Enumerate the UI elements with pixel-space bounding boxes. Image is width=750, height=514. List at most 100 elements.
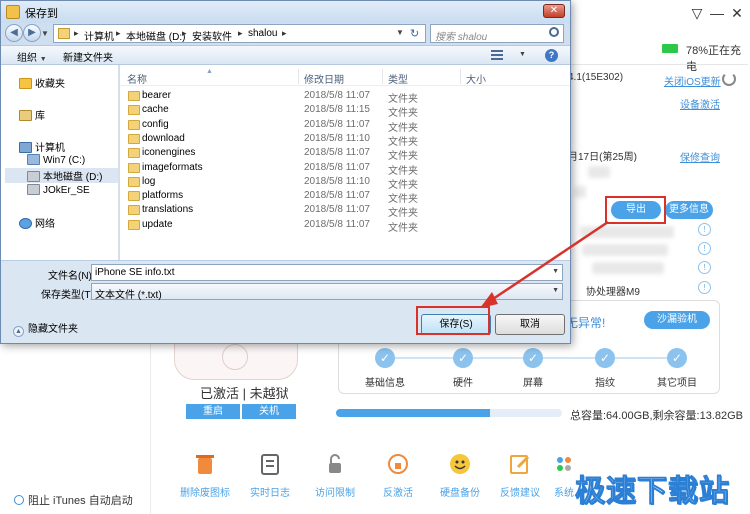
breadcrumb-install-software[interactable]: 安装软件: [192, 28, 232, 43]
file-list: ▲ 名称 修改日期 类型 大小 bearer 2018/5/8 11:07 文件夹 c…: [120, 65, 570, 260]
check-label-fingerprint: 指纹: [595, 378, 615, 389]
more-info-button[interactable]: 更多信息: [665, 201, 713, 219]
chevron-down-icon[interactable]: ▼: [552, 268, 559, 275]
warranty-link[interactable]: 保修查询: [680, 149, 720, 164]
sort-ascending-icon: ▲: [206, 68, 213, 75]
tool-access-restriction[interactable]: 访问限制: [303, 452, 367, 499]
back-arrow-icon[interactable]: ◀: [5, 24, 23, 42]
chevron-up-icon: ▲: [13, 326, 24, 337]
tool-label: 删除废图标: [180, 488, 230, 499]
nav-drive-c[interactable]: Win7 (C:): [27, 154, 85, 166]
file-row[interactable]: download 2018/5/8 11:10 文件夹: [120, 132, 570, 148]
breadcrumb-shalou[interactable]: shalou: [248, 28, 277, 39]
nav-drive-joker[interactable]: JOkEr_SE: [27, 184, 90, 196]
forward-arrow-icon[interactable]: ▶: [23, 24, 41, 42]
nav-label: 本地磁盘 (D:): [43, 172, 103, 183]
organize-label: 组织: [17, 53, 37, 64]
trash-icon: [196, 455, 214, 474]
filename-value[interactable]: iPhone SE info.txt: [95, 267, 175, 278]
file-row[interactable]: platforms 2018/5/8 11:07 文件夹: [120, 189, 570, 205]
folder-icon: [128, 105, 140, 116]
nav-favorites[interactable]: 收藏夹: [19, 75, 65, 90]
activate-device-link[interactable]: 设备激活: [680, 96, 720, 111]
info-icon[interactable]: !: [698, 281, 711, 294]
radio-icon[interactable]: [14, 495, 24, 505]
view-mode-icon[interactable]: [491, 50, 503, 60]
breadcrumb-drive[interactable]: 本地磁盘 (D:): [126, 28, 185, 43]
collapse-icon[interactable]: ▽: [688, 4, 706, 22]
file-name: log: [142, 175, 156, 187]
column-size[interactable]: 大小: [466, 71, 486, 86]
file-row[interactable]: iconengines 2018/5/8 11:07 文件夹: [120, 146, 570, 162]
navigation-row: ◀ ▶ ▼ ▸ 计算机 ▸ 本地磁盘 (D:) ▸ 安装软件 ▸ shalou …: [1, 23, 570, 45]
file-row[interactable]: translations 2018/5/8 11:07 文件夹: [120, 203, 570, 219]
new-folder-button[interactable]: 新建文件夹: [63, 49, 113, 64]
filetype-label: 保存类型(T):: [41, 290, 97, 301]
file-row[interactable]: bearer 2018/5/8 11:07 文件夹: [120, 89, 570, 105]
nav-libraries[interactable]: 库: [19, 107, 45, 122]
column-separator[interactable]: [298, 69, 299, 84]
file-row[interactable]: log 2018/5/8 11:10 文件夹: [120, 175, 570, 191]
chevron-right-icon[interactable]: ▸: [182, 28, 187, 39]
sandbox-verify-button[interactable]: 沙漏验机: [644, 311, 710, 329]
minimize-icon[interactable]: —: [708, 4, 726, 22]
computer-icon: [19, 142, 32, 153]
breadcrumb-computer[interactable]: 计算机: [84, 28, 114, 43]
cancel-button[interactable]: 取消: [495, 314, 565, 335]
tool-disk-backup[interactable]: 硬盘备份: [428, 452, 492, 499]
filetype-value[interactable]: 文本文件 (*.txt): [95, 286, 162, 301]
capacity-bar-fill: [336, 409, 490, 417]
info-icon[interactable]: !: [698, 242, 711, 255]
dialog-close-button[interactable]: ✕: [543, 4, 565, 18]
nav-computer[interactable]: 计算机: [19, 139, 65, 154]
hide-folders-toggle[interactable]: ▲ 隐藏文件夹: [13, 320, 78, 337]
nav-drive-d[interactable]: 本地磁盘 (D:): [5, 168, 118, 183]
check-result-text: 无异常!: [566, 316, 606, 330]
chevron-right-icon[interactable]: ▸: [74, 28, 79, 39]
close-icon[interactable]: ✕: [728, 4, 746, 22]
tool-realtime-log[interactable]: 实时日志: [238, 452, 302, 499]
lock-icon: [329, 454, 341, 473]
column-separator[interactable]: [382, 69, 383, 84]
column-separator[interactable]: [460, 69, 461, 84]
chevron-down-icon[interactable]: ▼: [552, 287, 559, 294]
search-input[interactable]: 搜索 shalou: [435, 28, 487, 43]
info-icon[interactable]: !: [698, 223, 711, 236]
file-date: 2018/5/8 11:07: [304, 90, 370, 101]
search-icon[interactable]: [549, 27, 559, 37]
info-icon[interactable]: !: [698, 261, 711, 274]
shutdown-button[interactable]: 关机: [242, 404, 296, 419]
file-row[interactable]: imageformats 2018/5/8 11:07 文件夹: [120, 161, 570, 177]
organize-menu[interactable]: 组织 ▼: [17, 49, 47, 64]
nav-network[interactable]: 网络: [19, 215, 55, 230]
tool-delete-icons[interactable]: 删除废图标: [173, 452, 237, 499]
file-row[interactable]: config 2018/5/8 11:07 文件夹: [120, 118, 570, 134]
tool-label: 硬盘备份: [440, 488, 480, 499]
filename-field[interactable]: iPhone SE info.txt ▼: [91, 264, 563, 281]
filename-label: 文件名(N):: [48, 271, 95, 282]
progress-connector: [473, 357, 523, 359]
block-itunes-option[interactable]: 阻止 iTunes 自动启动: [14, 492, 133, 508]
column-name[interactable]: 名称: [127, 71, 147, 86]
tool-deactivate[interactable]: 反激活: [366, 452, 430, 499]
search-box[interactable]: 搜索 shalou: [430, 24, 564, 43]
chevron-right-icon[interactable]: ▸: [116, 28, 121, 39]
file-row[interactable]: update 2018/5/8 11:07 文件夹: [120, 218, 570, 234]
column-type[interactable]: 类型: [388, 71, 408, 86]
chevron-right-icon[interactable]: ▸: [282, 28, 287, 39]
view-dropdown[interactable]: ▼: [519, 51, 526, 58]
column-date[interactable]: 修改日期: [304, 71, 344, 86]
refresh-icon[interactable]: [722, 72, 736, 86]
file-row[interactable]: cache 2018/5/8 11:15 文件夹: [120, 103, 570, 119]
restart-button[interactable]: 重启: [186, 404, 240, 419]
blurred-value: [588, 166, 610, 178]
tool-feedback[interactable]: 反馈建议: [488, 452, 552, 499]
recent-locations-dropdown[interactable]: ▼: [41, 29, 49, 38]
filetype-select[interactable]: 文本文件 (*.txt) ▼: [91, 283, 563, 301]
chevron-right-icon[interactable]: ▸: [238, 28, 243, 39]
address-bar[interactable]: ▸ 计算机 ▸ 本地磁盘 (D:) ▸ 安装软件 ▸ shalou ▸ ▼ ↻: [53, 24, 426, 43]
close-ios-update-link[interactable]: 关闭iOS更新: [664, 73, 721, 88]
address-dropdown[interactable]: ▼: [396, 28, 404, 37]
refresh-icon[interactable]: ↻: [410, 27, 419, 40]
help-icon[interactable]: ?: [545, 49, 558, 62]
